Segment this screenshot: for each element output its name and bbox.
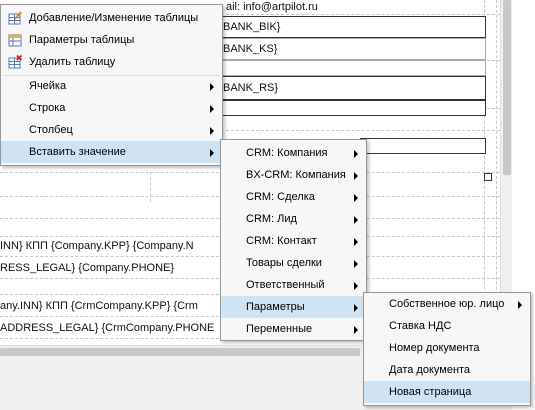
vertical-scroll-thumb[interactable] [503,0,511,175]
menu-item-label: Параметры таблицы [29,34,135,46]
menu-item-parameters[interactable]: Параметры [221,296,366,318]
submenu-arrow-icon [354,304,358,312]
menu-item-label: Собственное юр. лицо [389,298,505,310]
menu-item-label: Вставить значение [29,146,126,158]
submenu-arrow-icon [354,172,358,180]
submenu-arrow-icon [210,83,214,91]
menu-item-label: Ячейка [29,80,67,92]
submenu-arrow-icon [354,216,358,224]
menu-item-table-properties[interactable]: Параметры таблицы [1,29,222,51]
insert-value-submenu: CRM: Компания BX-CRM: Компания CRM: Сдел… [220,139,367,341]
bank-rs-field[interactable]: BANK_RS} [222,76,486,100]
doc-row-company-address: RESS_LEGAL} {Company.PHONE} [0,262,175,274]
menu-item-label: Новая страница [389,386,472,398]
menu-item-own-legal-entity[interactable]: Собственное юр. лицо [364,293,530,315]
menu-item-label: Удалить таблицу [29,56,116,68]
menu-item-delete-table[interactable]: Удалить таблицу [1,51,222,73]
submenu-arrow-icon [354,150,358,158]
bank-ks-text: BANK_KS} [223,43,278,55]
table-context-menu: Добавление/Изменение таблицы Параметры т… [0,4,223,166]
empty-field[interactable] [222,100,486,116]
menu-item-label: Добавление/Изменение таблицы [29,12,199,24]
menu-item-new-page[interactable]: Новая страница [364,381,530,403]
doc-row-crmcompany-address: ADDRESS_LEGAL} {CrmCompany.PHONE [0,322,215,334]
menu-item-label: Строка [29,102,66,114]
menu-item-label: Ответственный [246,279,325,291]
menu-item-label: Ставка НДС [389,320,452,332]
menu-item-label: CRM: Контакт [246,235,317,247]
table-edit-icon [8,11,22,25]
table-delete-icon [8,55,22,69]
menu-item-label: Дата документа [389,364,471,376]
submenu-arrow-icon [210,105,214,113]
resize-handle[interactable] [484,173,492,181]
menu-item-cell[interactable]: Ячейка [1,75,222,97]
submenu-arrow-icon [354,260,358,268]
menu-item-label: Столбец [29,124,73,136]
submenu-arrow-icon [518,301,522,309]
menu-item-label: CRM: Компания [246,147,328,159]
menu-item-row[interactable]: Строка [1,97,222,119]
menu-item-label: CRM: Лид [246,213,297,225]
menu-item-label: BX-CRM: Компания [246,169,346,181]
doc-row-company-inn: INN} КПП {Company.KPP} {Company.N [0,240,194,252]
empty-field[interactable] [360,138,486,154]
menu-item-label: Параметры [246,301,305,313]
menu-item-deal-products[interactable]: Товары сделки [221,252,366,274]
menu-item-bx-crm-company[interactable]: BX-CRM: Компания [221,164,366,186]
menu-item-label: Переменные [246,323,313,335]
submenu-arrow-icon [354,282,358,290]
bank-bik-field[interactable]: BANK_BIK} [222,16,486,38]
bank-rs-text: BANK_RS} [223,82,279,94]
submenu-arrow-icon [210,149,214,157]
table-properties-icon [8,34,22,47]
grid-line [150,172,151,202]
submenu-arrow-icon [210,127,214,135]
submenu-arrow-icon [354,194,358,202]
menu-item-label: Товары сделки [246,257,322,269]
horizontal-scroll-thumb[interactable] [0,348,360,356]
menu-item-label: CRM: Сделка [246,191,315,203]
bank-bik-text: BANK_BIK} [223,21,281,33]
menu-item-insert-value[interactable]: Вставить значение [1,141,222,163]
menu-item-crm-lead[interactable]: CRM: Лид [221,208,366,230]
header-email-text: ail: info@artpilot.ru [226,1,318,13]
menu-item-vat-rate[interactable]: Ставка НДС [364,315,530,337]
empty-field[interactable] [222,60,486,76]
doc-row-crmcompany-inn: any.INN} КПП {CrmCompany.KPP} {Crm [0,300,198,312]
menu-item-variables[interactable]: Переменные [221,318,366,340]
menu-item-label: Номер документа [389,342,480,354]
submenu-arrow-icon [354,326,358,334]
submenu-arrow-icon [354,238,358,246]
menu-item-document-date[interactable]: Дата документа [364,359,530,381]
menu-item-add-edit-table[interactable]: Добавление/Изменение таблицы [1,7,222,29]
bank-ks-field[interactable]: BANK_KS} [222,38,486,60]
menu-item-crm-deal[interactable]: CRM: Сделка [221,186,366,208]
parameters-submenu: Собственное юр. лицо Ставка НДС Номер до… [363,292,531,406]
menu-item-column[interactable]: Столбец [1,119,222,141]
menu-item-crm-company[interactable]: CRM: Компания [221,142,366,164]
menu-item-document-number[interactable]: Номер документа [364,337,530,359]
menu-item-responsible[interactable]: Ответственный [221,274,366,296]
menu-item-crm-contact[interactable]: CRM: Контакт [221,230,366,252]
